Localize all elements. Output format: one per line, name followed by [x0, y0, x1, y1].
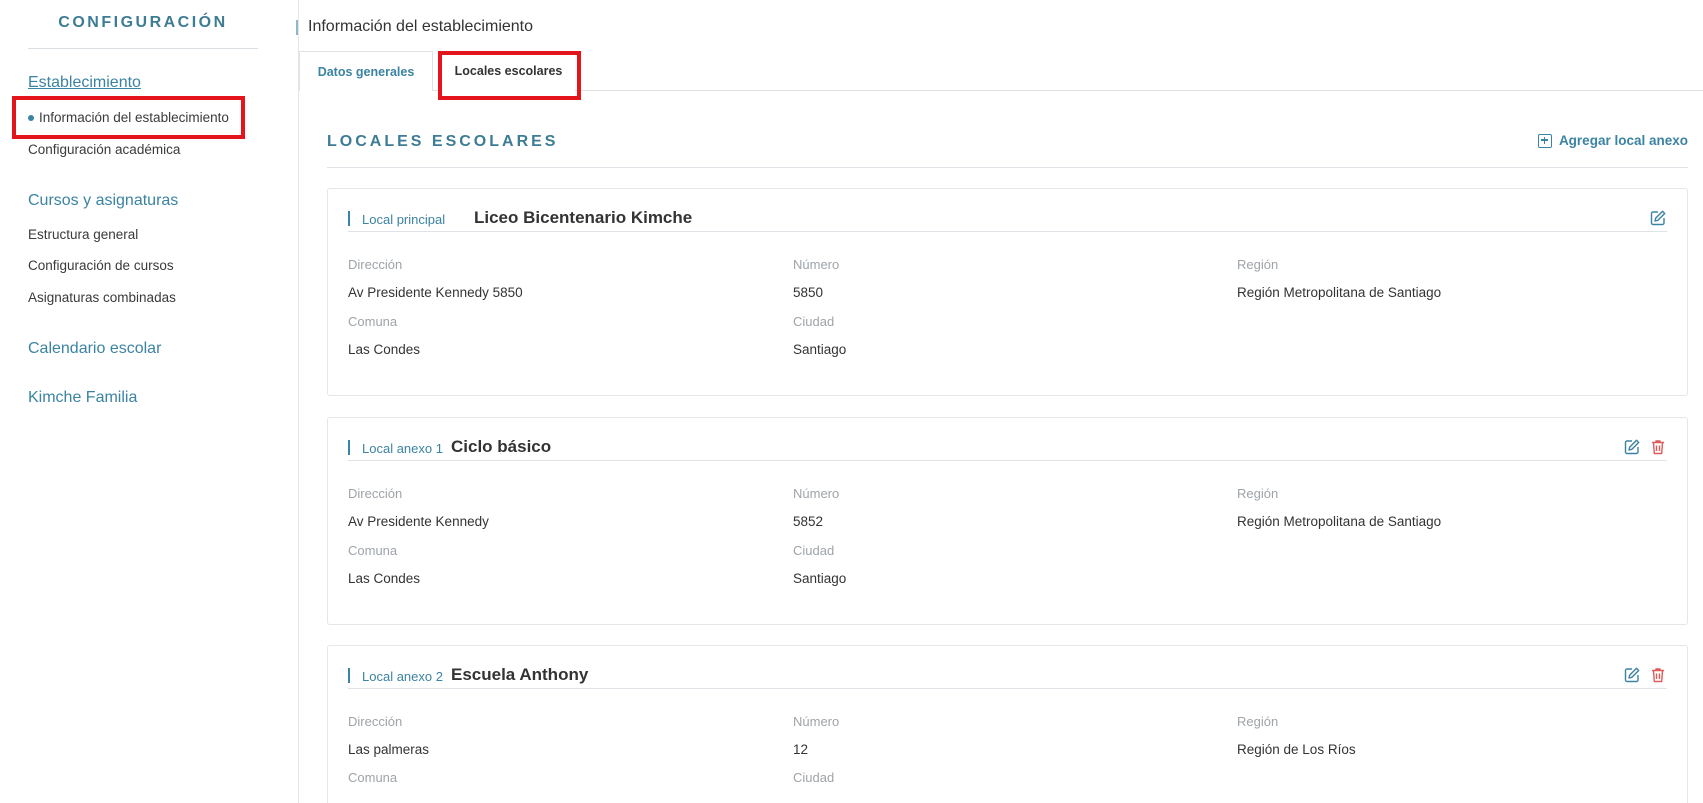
local-name: Escuela Anthony: [451, 665, 589, 684]
sidebar-section-kimche-familia[interactable]: Kimche Familia: [28, 389, 137, 407]
add-local-anexo-button[interactable]: Agregar local anexo: [1537, 133, 1688, 148]
local-name: Ciclo básico: [451, 437, 552, 456]
label-numero: Número: [793, 257, 840, 272]
sidebar-item-estructura-general[interactable]: Estructura general: [28, 227, 138, 242]
edit-icon[interactable]: [1649, 209, 1667, 227]
value-region: Región de Los Ríos: [1237, 742, 1356, 757]
sidebar-title: CONFIGURACIÓN: [58, 14, 228, 31]
card-accent-bar: [348, 211, 350, 226]
tab-locales-escolares[interactable]: Locales escolares: [442, 51, 575, 91]
section-title: LOCALES ESCOLARES: [327, 133, 559, 150]
sidebar-section-calendario[interactable]: Calendario escolar: [28, 340, 161, 358]
value-ciudad: Santiago: [793, 571, 847, 586]
add-local-anexo-label: Agregar local anexo: [1558, 133, 1688, 148]
local-name: Liceo Bicentenario Kimche: [474, 208, 693, 227]
page-title: Información del establecimiento: [308, 18, 534, 35]
value-region: Región Metropolitana de Santiago: [1237, 514, 1442, 529]
breadcrumb-bar: [296, 19, 298, 35]
value-direccion: Las palmeras: [348, 742, 430, 757]
sidebar-divider: [28, 48, 258, 49]
value-comuna: Las Condes: [348, 342, 421, 357]
sidebar: CONFIGURACIÓN Establecimiento Informació…: [0, 0, 299, 803]
local-type: Local anexo 2: [362, 669, 443, 684]
label-numero: Número: [793, 486, 840, 501]
card-accent-bar: [348, 440, 350, 455]
label-ciudad: Ciudad: [793, 770, 835, 785]
active-dot-icon: [28, 114, 34, 121]
trash-icon[interactable]: [1649, 666, 1667, 684]
sidebar-item-informacion[interactable]: Información del establecimiento: [28, 110, 229, 125]
local-card: Local principal Liceo Bicentenario Kimch…: [327, 188, 1688, 396]
sidebar-section-establecimiento[interactable]: Establecimiento: [28, 74, 141, 92]
breadcrumb: Información del establecimiento: [296, 18, 533, 36]
plus-square-icon: [1537, 133, 1552, 148]
label-region: Región: [1237, 486, 1279, 501]
local-card-header: Local anexo 2 Escuela Anthony: [348, 646, 1667, 689]
label-comuna: Comuna: [348, 543, 398, 558]
local-card-header: Local principal Liceo Bicentenario Kimch…: [348, 189, 1667, 232]
local-type: Local anexo 1: [362, 441, 443, 456]
sidebar-item-configuracion-cursos[interactable]: Configuración de cursos: [28, 258, 174, 273]
tab-bar: Datos generales Locales escolares: [299, 51, 1703, 91]
value-direccion: Av Presidente Kennedy 5850: [348, 285, 523, 300]
label-direccion: Dirección: [348, 486, 403, 501]
edit-icon[interactable]: [1623, 666, 1641, 684]
label-comuna: Comuna: [348, 770, 398, 785]
value-direccion: Av Presidente Kennedy: [348, 514, 489, 529]
value-region: Región Metropolitana de Santiago: [1237, 285, 1442, 300]
sidebar-section-cursos[interactable]: Cursos y asignaturas: [28, 192, 178, 210]
local-card: Local anexo 1 Ciclo básico Dirección Núm…: [327, 417, 1688, 625]
label-ciudad: Ciudad: [793, 314, 835, 329]
sidebar-item-configuracion-academica[interactable]: Configuración académica: [28, 142, 180, 157]
edit-icon[interactable]: [1623, 438, 1641, 456]
value-numero: 5852: [793, 514, 824, 529]
label-numero: Número: [793, 714, 840, 729]
label-direccion: Dirección: [348, 714, 403, 729]
label-region: Región: [1237, 714, 1279, 729]
value-comuna: Las Condes: [348, 571, 421, 586]
value-numero: 5850: [793, 285, 824, 300]
label-comuna: Comuna: [348, 314, 398, 329]
tab-datos-generales[interactable]: Datos generales: [299, 51, 433, 91]
label-direccion: Dirección: [348, 257, 403, 272]
label-region: Región: [1237, 257, 1279, 272]
label-ciudad: Ciudad: [793, 543, 835, 558]
value-ciudad: Santiago: [793, 342, 847, 357]
section-header: LOCALES ESCOLARES Agregar local anexo: [327, 125, 1688, 168]
card-accent-bar: [348, 668, 350, 683]
local-card-header: Local anexo 1 Ciclo básico: [348, 418, 1667, 461]
local-card: Local anexo 2 Escuela Anthony Dirección …: [327, 645, 1688, 803]
sidebar-item-label: Información del establecimiento: [39, 110, 229, 125]
local-type: Local principal: [362, 212, 446, 227]
sidebar-item-asignaturas-combinadas[interactable]: Asignaturas combinadas: [28, 290, 176, 305]
value-numero: 12: [793, 742, 809, 757]
trash-icon[interactable]: [1649, 438, 1667, 456]
